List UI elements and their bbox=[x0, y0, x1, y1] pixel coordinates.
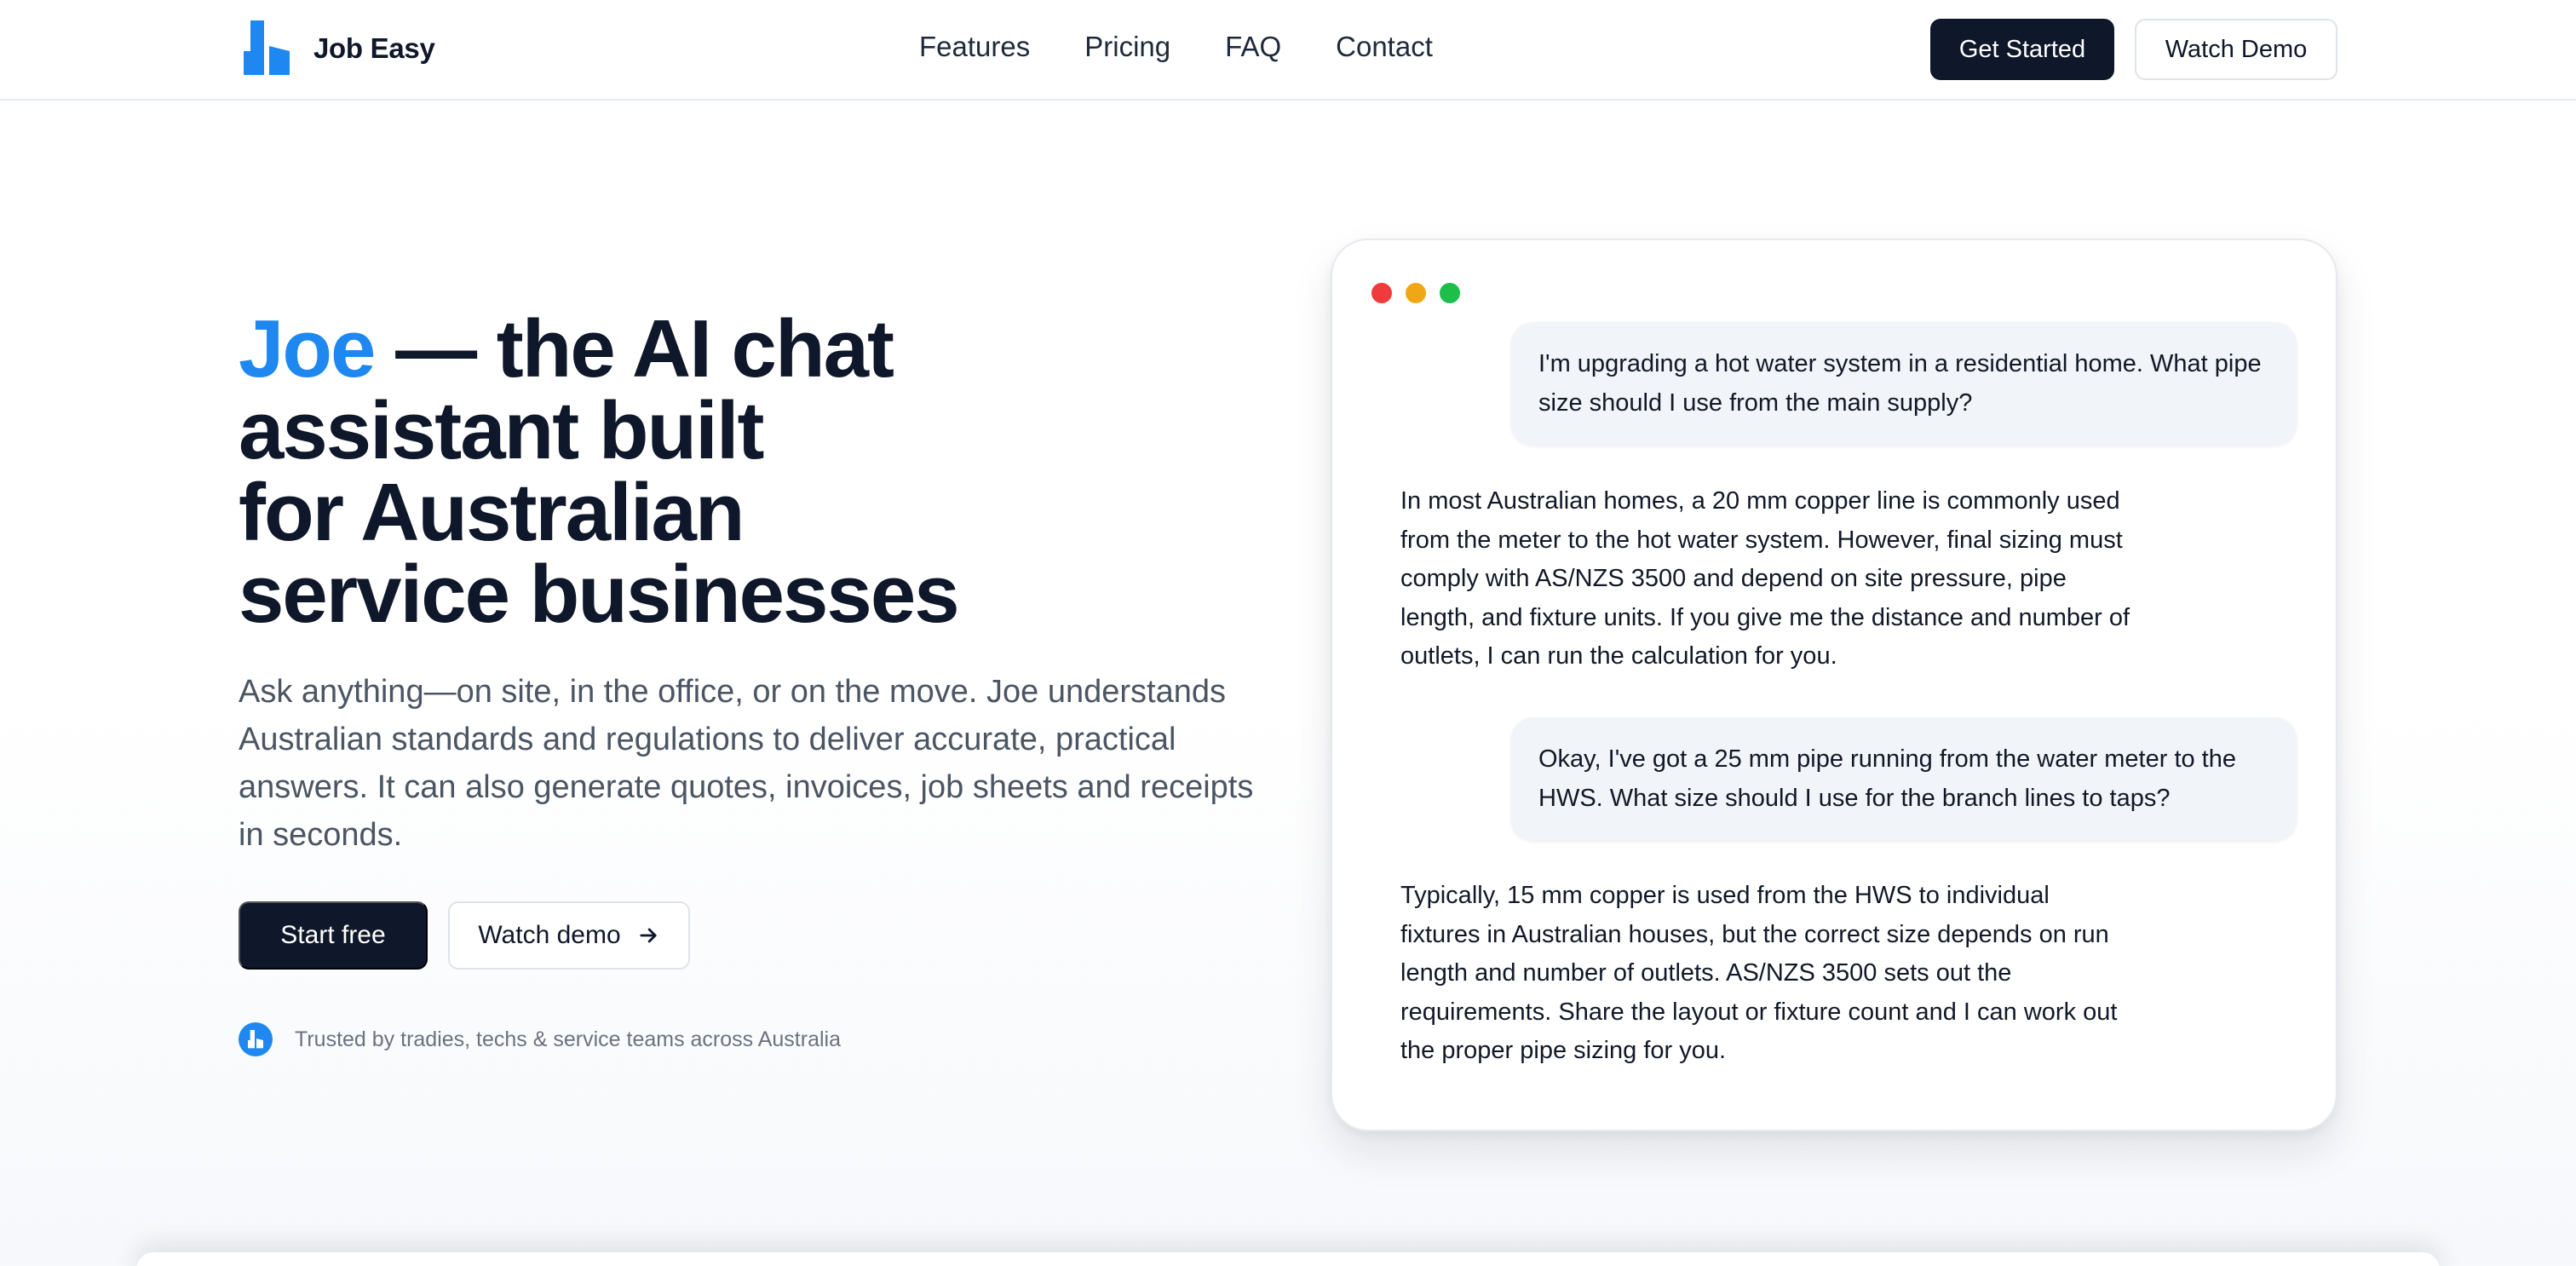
watch-demo-label: Watch demo bbox=[478, 921, 621, 949]
watch-demo-button[interactable]: Watch demo bbox=[448, 901, 690, 970]
user-message: Okay, I've got a 25 mm pipe running from… bbox=[1511, 717, 2297, 840]
assistant-message: In most Australian homes, a 20 mm copper… bbox=[1400, 487, 2130, 670]
top-nav: Job Easy Features Pricing FAQ Contact Ge… bbox=[0, 0, 2576, 101]
hero-subtitle: Ask anything—on site, in the office, or … bbox=[239, 674, 1254, 853]
next-section-edge bbox=[136, 1252, 2440, 1266]
close-dot-icon bbox=[1371, 283, 1392, 303]
start-free-button[interactable]: Start free bbox=[239, 901, 428, 970]
brand-logo[interactable]: Job Easy bbox=[239, 20, 435, 77]
brand-name: Job Easy bbox=[313, 32, 435, 64]
trust-text: Trusted by tradies, techs & service team… bbox=[295, 1027, 841, 1051]
nav-links: Features Pricing FAQ Contact bbox=[919, 31, 1433, 63]
minimize-dot-icon bbox=[1406, 283, 1426, 303]
window-controls bbox=[1371, 283, 1460, 303]
user-message: I'm upgrading a hot water system in a re… bbox=[1511, 322, 2297, 445]
trust-badge: Trusted by tradies, techs & service team… bbox=[239, 1022, 841, 1056]
hero-title-rest: — the AI chat bbox=[374, 303, 894, 394]
maximize-dot-icon bbox=[1440, 283, 1460, 303]
hero-title-line4: service businesses bbox=[239, 549, 960, 640]
assistant-message: Typically, 15 mm copper is used from the… bbox=[1400, 882, 2118, 1064]
arrow-right-icon bbox=[640, 928, 657, 943]
hero-title-line2: assistant built bbox=[239, 385, 764, 476]
nav-link-faq[interactable]: FAQ bbox=[1225, 31, 1281, 63]
nav-link-pricing[interactable]: Pricing bbox=[1084, 31, 1170, 63]
watch-demo-nav-button[interactable]: Watch Demo bbox=[2135, 19, 2337, 80]
chat-window: I'm upgrading a hot water system in a re… bbox=[1331, 239, 2337, 1131]
get-started-button[interactable]: Get Started bbox=[1930, 19, 2114, 80]
hero-title-accent: Joe bbox=[239, 303, 376, 394]
brand-badge-icon bbox=[239, 1022, 273, 1056]
hero-title-line3: for Australian bbox=[239, 467, 745, 558]
nav-link-contact[interactable]: Contact bbox=[1336, 31, 1433, 63]
logo-icon bbox=[244, 20, 290, 75]
hero-title: Joe — the AI chat assistant built for Au… bbox=[239, 308, 1261, 636]
nav-link-features[interactable]: Features bbox=[919, 31, 1030, 63]
